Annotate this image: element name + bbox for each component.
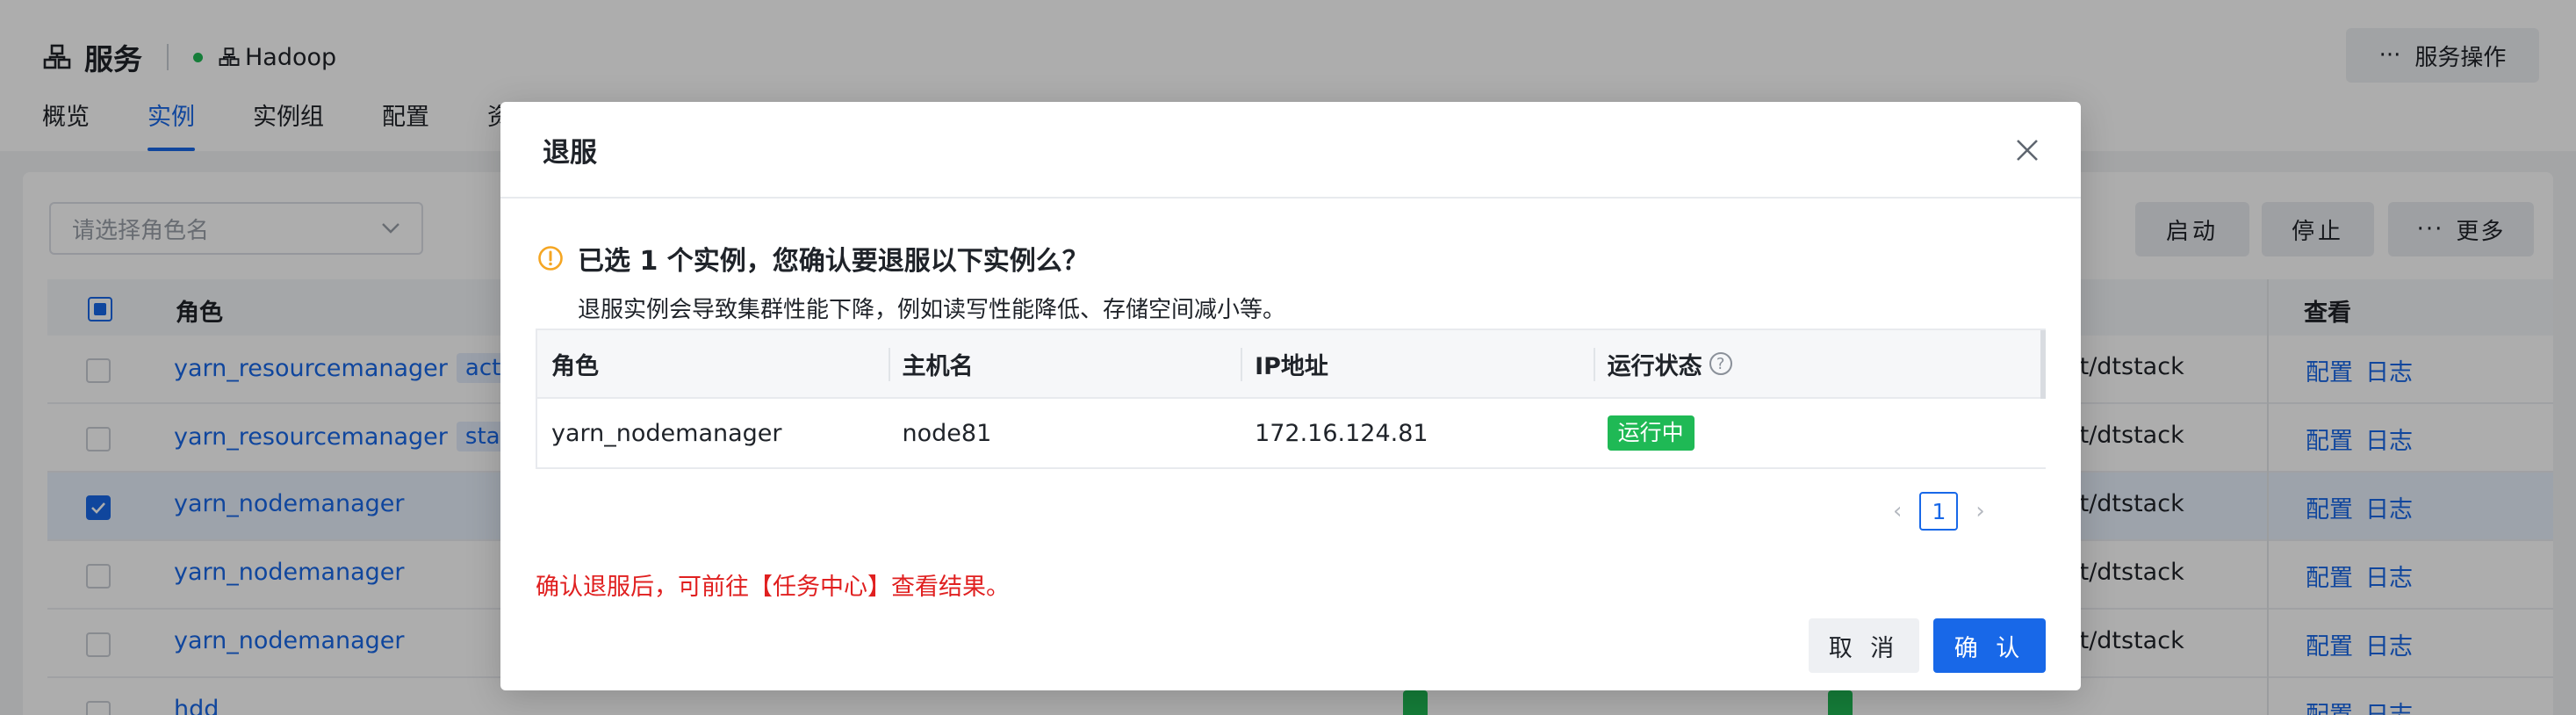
help-icon[interactable]: ?: [1709, 352, 1732, 375]
description-text: 退服实例会导致集群性能下降，例如读写性能降低、存储空间减小等。: [578, 297, 1286, 323]
close-button[interactable]: [2011, 134, 2044, 167]
prev-page-icon[interactable]: ‹: [1893, 498, 1902, 524]
next-page-icon[interactable]: ›: [1975, 498, 1984, 524]
cell-status: 运行中: [1594, 399, 2046, 467]
column-status-label: 运行状态: [1607, 352, 1702, 380]
column-status: 运行状态 ?: [1593, 330, 2046, 397]
cancel-button[interactable]: 取 消: [1809, 618, 1919, 673]
warning-icon: [538, 246, 563, 271]
page-1[interactable]: 1: [1919, 492, 1959, 531]
table-header: 角色 主机名 IP地址 运行状态 ?: [537, 330, 2046, 399]
pagination: ‹ 1 ›: [1893, 492, 1985, 531]
cell-role: yarn_nodemanager: [551, 419, 782, 447]
cell-ip: 172.16.124.81: [1255, 419, 1428, 447]
table-row: yarn_nodemanager node81 172.16.124.81 运行…: [537, 399, 2046, 467]
scrollbar[interactable]: [2040, 330, 2046, 399]
column-role: 角色: [551, 352, 599, 380]
status-badge: 运行中: [1607, 415, 1695, 451]
confirm-button[interactable]: 确 认: [1933, 618, 2046, 673]
result-hint: 确认退服后，可前往【任务中心】查看结果。: [536, 574, 1010, 601]
confirm-question: 已选 1 个实例，您确认要退服以下实例么？: [537, 239, 1089, 278]
dialog-header: 退服: [500, 102, 2081, 199]
dialog-title: 退服: [543, 137, 597, 169]
column-host: 主机名: [888, 330, 1241, 397]
selected-instances-table: 角色 主机名 IP地址 运行状态 ? yarn_nodemanager node…: [536, 329, 2046, 469]
decommission-dialog: 退服 已选 1 个实例，您确认要退服以下实例么？ 退服实例会导致集群性能下降，例…: [500, 102, 2081, 690]
question-text: 已选 1 个实例，您确认要退服以下实例么？: [578, 246, 1089, 277]
cell-host: node81: [902, 419, 992, 447]
close-icon: [2017, 140, 2038, 161]
column-ip: IP地址: [1241, 330, 1594, 397]
